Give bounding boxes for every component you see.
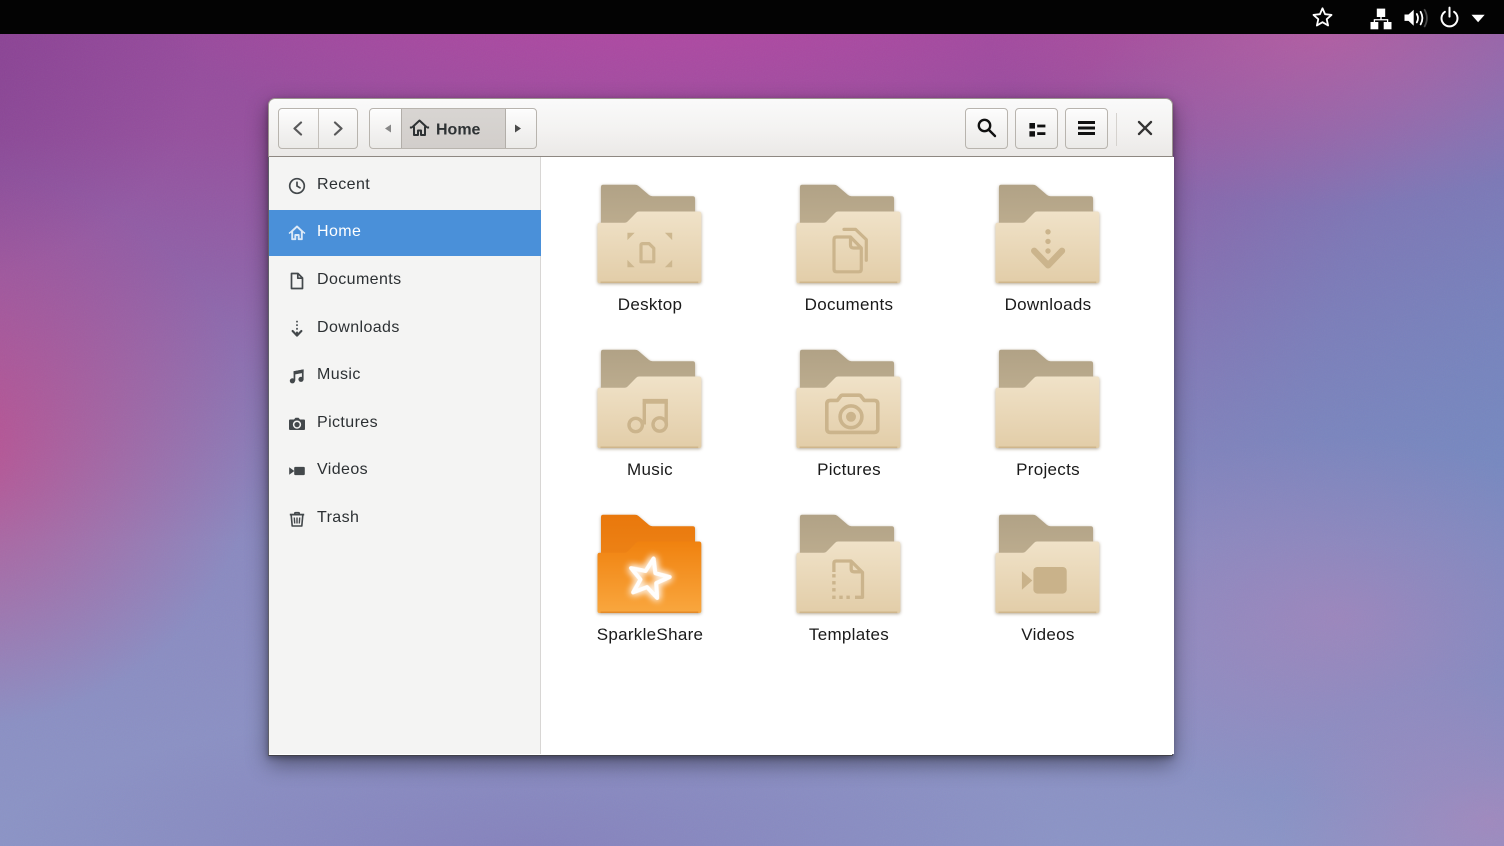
- svg-text:Home: Home: [436, 122, 481, 139]
